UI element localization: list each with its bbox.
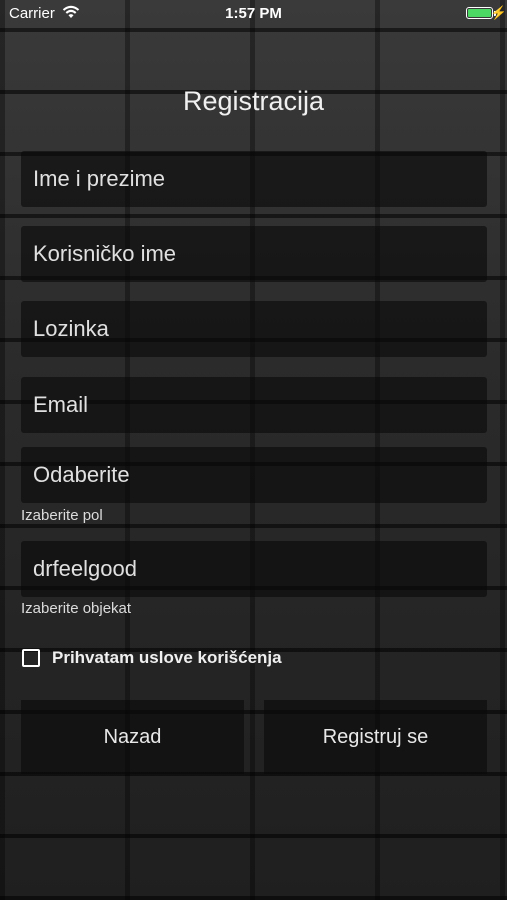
gender-hint: Izaberite pol xyxy=(21,507,103,524)
object-hint: Izaberite objekat xyxy=(21,600,132,617)
password-input[interactable]: Lozinka xyxy=(21,301,487,357)
page-title: Registracija xyxy=(182,86,325,116)
full-name-input[interactable]: Ime i prezime xyxy=(21,151,487,207)
clock: 1:57 PM xyxy=(225,5,282,22)
charging-icon: ⚡ xyxy=(490,5,507,20)
terms-row[interactable]: Prihvatam uslove korišćenja xyxy=(22,648,282,668)
terms-label: Prihvatam uslove korišćenja xyxy=(52,648,282,667)
status-bar: Carrier 1:57 PM ⚡ xyxy=(0,0,507,28)
terms-checkbox[interactable] xyxy=(22,649,40,667)
gender-select[interactable]: Odaberite xyxy=(21,447,487,503)
username-input[interactable]: Korisničko ime xyxy=(21,226,487,282)
back-button[interactable]: Nazad xyxy=(21,700,244,774)
object-select[interactable]: drfeelgood xyxy=(21,541,487,597)
battery-icon xyxy=(466,7,496,19)
register-button[interactable]: Registruj se xyxy=(264,700,487,774)
email-input[interactable]: Email xyxy=(21,377,487,433)
